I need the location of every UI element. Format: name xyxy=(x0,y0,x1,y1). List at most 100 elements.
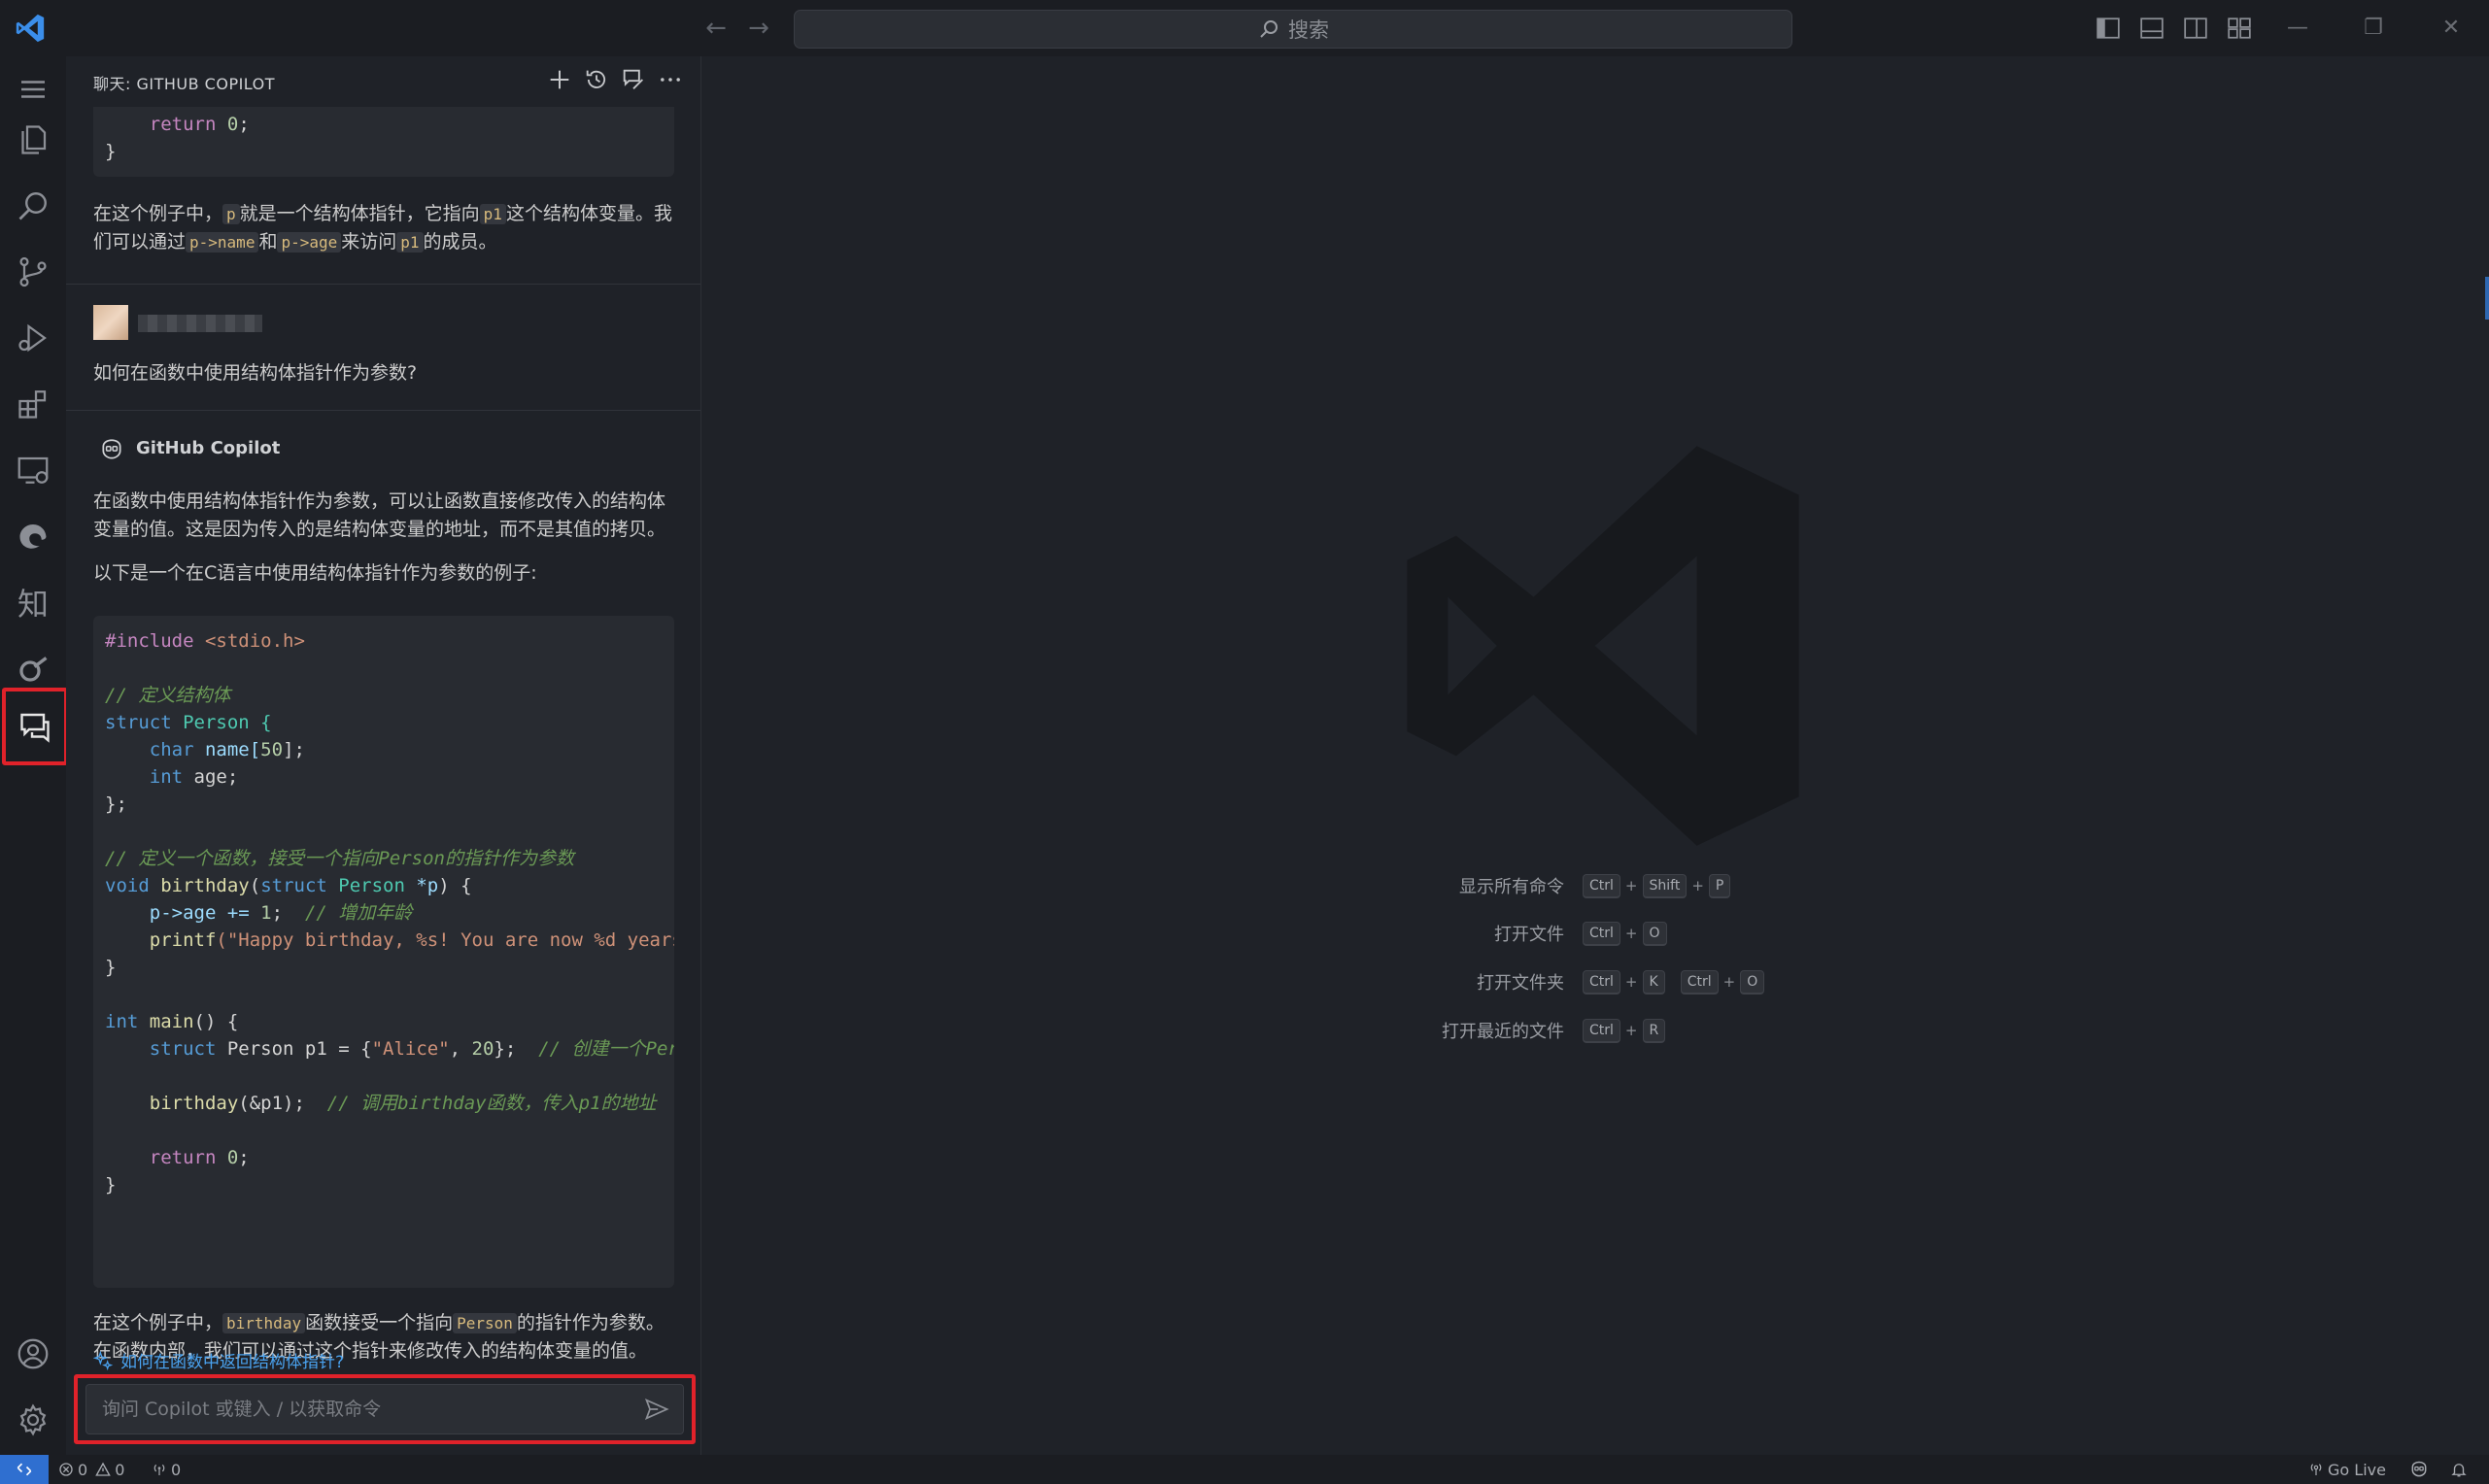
code-line: } xyxy=(105,1174,117,1196)
text: 来访问 xyxy=(341,231,397,253)
scrollbar-marker xyxy=(2485,277,2489,320)
key: R xyxy=(1642,1018,1666,1043)
remote-explorer-icon[interactable] xyxy=(10,447,56,493)
code-line: int age; xyxy=(149,766,239,788)
open-chat-in-editor-icon[interactable] xyxy=(620,66,649,95)
vscode-watermark-icon xyxy=(1407,446,1799,846)
new-chat-icon[interactable] xyxy=(546,66,575,95)
code-line: int main() { xyxy=(105,1011,239,1032)
code-line: printf("Happy birthday, %s! You are now … xyxy=(149,929,674,951)
chat-icon[interactable] xyxy=(2,688,68,765)
chat-header: 聊天: GITHUB COPILOT xyxy=(66,56,700,107)
text: 在这个例子中， xyxy=(93,203,223,224)
copilot-name: GitHub Copilot xyxy=(136,438,281,458)
key: Ctrl xyxy=(1583,873,1620,898)
copilot-icon xyxy=(102,439,121,459)
command-center-search[interactable]: 搜索 xyxy=(794,10,1792,49)
toggle-primary-sidebar-icon[interactable] xyxy=(2096,16,2121,41)
customize-layout-icon[interactable] xyxy=(2227,16,2252,41)
user-name-redacted xyxy=(138,315,262,332)
run-debug-icon[interactable] xyxy=(10,315,56,361)
problems-indicator[interactable]: 0 0 xyxy=(58,1460,124,1479)
code-line: struct Person p1 = {"Alice", 20}; // 创建一… xyxy=(149,1038,674,1060)
vscode-logo-icon xyxy=(16,14,45,43)
followup-suggestion[interactable]: 如何在函数中返回结构体指针? xyxy=(93,1348,344,1372)
forward-arrow-icon[interactable]: → xyxy=(744,14,773,43)
error-icon xyxy=(59,1463,73,1476)
toggle-panel-icon[interactable] xyxy=(2139,16,2165,41)
shortcut-label: 打开文件 xyxy=(1494,925,1564,945)
message-divider xyxy=(66,410,700,411)
plus: + xyxy=(1722,973,1736,991)
chat-panel: 聊天: GITHUB COPILOT return 0; } 在这个例子中， p 就… xyxy=(66,56,701,1455)
plus: + xyxy=(1691,877,1704,894)
inline-code: Person xyxy=(453,1313,517,1333)
key: O xyxy=(1642,921,1667,946)
ports-count: 0 xyxy=(171,1460,182,1479)
source-control-icon[interactable] xyxy=(10,249,56,295)
notifications-button[interactable] xyxy=(2450,1460,2472,1479)
message-divider xyxy=(66,284,700,285)
shortcut-show-commands: 显示所有命令 Ctrl + Shift + P xyxy=(1350,873,1733,898)
back-arrow-icon[interactable]: ← xyxy=(701,14,731,43)
leetcode-extension-icon[interactable] xyxy=(10,645,56,691)
code-line: return 0; xyxy=(149,114,250,135)
shortcut-label: 打开文件夹 xyxy=(1477,973,1564,994)
code-line: birthday(&p1); // 调用birthday函数，传入p1的地址 xyxy=(149,1093,657,1114)
text: 的成员。 xyxy=(423,231,497,253)
text: 函数接受一个指向 xyxy=(305,1312,454,1333)
inline-code: p->age xyxy=(277,232,342,253)
chat-input[interactable] xyxy=(85,1384,684,1434)
inline-code: p xyxy=(222,204,240,224)
key: P xyxy=(1708,873,1731,898)
key: Ctrl xyxy=(1583,1018,1620,1043)
key: Ctrl xyxy=(1583,969,1620,995)
toggle-secondary-sidebar-icon[interactable] xyxy=(2183,16,2208,41)
status-bar: 0 0 0 Go Live xyxy=(0,1455,2489,1484)
followup-text: 如何在函数中返回结构体指针? xyxy=(120,1353,345,1372)
user-question: 如何在函数中使用结构体指针作为参数? xyxy=(93,362,418,384)
code-line: }; xyxy=(105,793,127,815)
text: 就是一个结构体指针，它指向 xyxy=(239,203,480,224)
settings-gear-icon[interactable] xyxy=(10,1397,56,1443)
answer-code-block: #include <stdio.h> // 定义结构体 struct Perso… xyxy=(93,616,674,1288)
key: K xyxy=(1642,969,1665,995)
answer-lead: 以下是一个在C语言中使用结构体指针作为参数的例子: xyxy=(93,562,537,584)
code-line: return 0; xyxy=(149,1147,250,1168)
title-bar: ← → 搜索 — ❐ ✕ xyxy=(0,0,2489,56)
explorer-icon[interactable] xyxy=(10,117,56,163)
error-count: 0 xyxy=(78,1460,88,1479)
text: 在这个例子中， xyxy=(93,1312,223,1333)
antenna-icon xyxy=(153,1464,165,1475)
code-line: #include <stdio.h> xyxy=(105,630,305,652)
send-icon[interactable] xyxy=(643,1396,670,1423)
copilot-status[interactable] xyxy=(2409,1460,2433,1479)
more-actions-icon[interactable] xyxy=(657,66,686,95)
key: Ctrl xyxy=(1583,921,1620,946)
go-live-label: Go Live xyxy=(2328,1460,2386,1479)
extensions-icon[interactable] xyxy=(10,381,56,427)
code-line: char name[50]; xyxy=(149,739,305,760)
edge-devtools-icon[interactable] xyxy=(10,513,56,559)
minimize-icon[interactable]: — xyxy=(2283,14,2312,43)
menu-icon[interactable] xyxy=(10,66,56,113)
search-sidebar-icon[interactable] xyxy=(10,183,56,229)
remote-indicator[interactable] xyxy=(0,1455,49,1484)
go-live-button[interactable]: Go Live xyxy=(2308,1460,2386,1479)
history-icon[interactable] xyxy=(583,66,612,95)
zhihu-extension-icon[interactable]: 知 xyxy=(10,579,56,625)
code-line: } xyxy=(105,141,117,162)
search-placeholder: 搜索 xyxy=(1288,18,1329,42)
chat-input-highlight xyxy=(74,1374,696,1444)
user-avatar xyxy=(93,305,128,340)
remote-icon xyxy=(17,1463,32,1476)
close-icon[interactable]: ✕ xyxy=(2437,14,2466,43)
ports-indicator[interactable]: 0 xyxy=(152,1460,181,1479)
maximize-icon[interactable]: ❐ xyxy=(2359,14,2388,43)
copilot-status-icon xyxy=(2411,1461,2427,1477)
inline-code: p->name xyxy=(186,232,259,253)
previous-answer-explanation: 在这个例子中， p 就是一个结构体指针，它指向 p1 这个结构体变量。我们可以通过 p->… xyxy=(93,200,676,256)
answer-intro: 在函数中使用结构体指针作为参数，可以让函数直接修改传入的结构体变量的值。这是因为… xyxy=(93,490,666,540)
chat-title: 聊天: GITHUB COPILOT xyxy=(93,75,276,93)
accounts-icon[interactable] xyxy=(10,1331,56,1377)
